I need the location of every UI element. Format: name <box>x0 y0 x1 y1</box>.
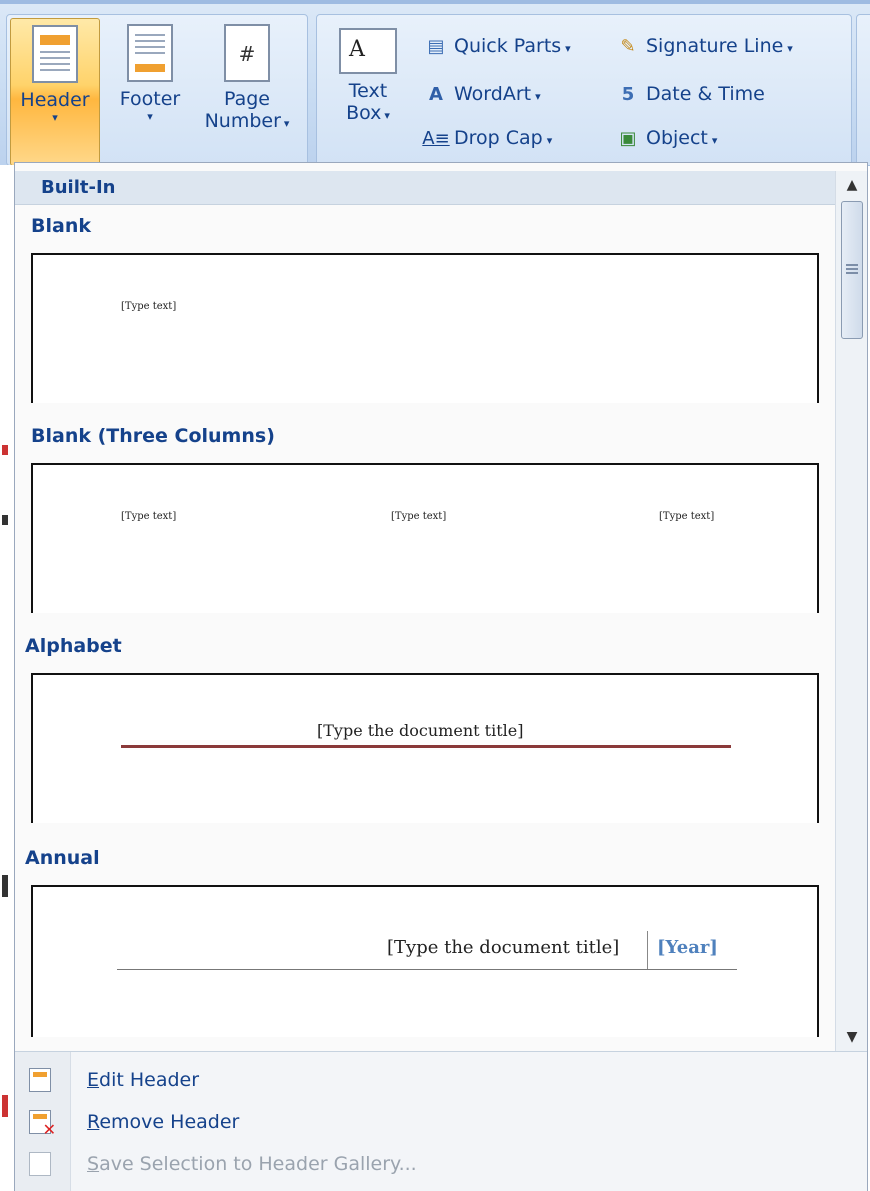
year-placeholder: [Year] <box>657 937 718 958</box>
header-button[interactable]: Header ▾ <box>10 18 100 166</box>
date-time-button[interactable]: 5 Date & Time <box>614 76 765 112</box>
edit-header-icon <box>29 1068 51 1092</box>
signature-line-button[interactable]: ✎ Signature Line ▾ <box>614 28 793 64</box>
gallery-item-annual[interactable]: [Type the document title] [Year] <box>31 885 819 1037</box>
text-box-button[interactable]: A Text Box ▾ <box>322 18 414 166</box>
scroll-up-arrow-icon[interactable]: ▲ <box>836 171 868 199</box>
gallery-item-title-blank: Blank <box>31 215 91 237</box>
header-icon <box>32 25 78 83</box>
title-rule <box>121 745 731 748</box>
placeholder-text-left: [Type text] <box>121 511 177 522</box>
text-box-label-line1: Text <box>348 80 388 102</box>
save-to-gallery-icon <box>29 1152 51 1176</box>
divider <box>647 931 648 969</box>
chevron-down-icon: ▾ <box>52 111 58 124</box>
gallery-item-title-annual: Annual <box>25 847 100 869</box>
quick-parts-label: Quick Parts <box>454 35 562 57</box>
ribbon: Header ▾ Footer ▾ # Page Number ▾ A Text … <box>0 0 870 166</box>
drop-cap-button[interactable]: A≡ Drop Cap ▾ <box>422 120 552 156</box>
page-number-label-line1: Page <box>224 88 270 110</box>
gallery-item-alphabet[interactable]: [Type the document title] <box>31 673 819 823</box>
page-number-label-line2: Number <box>204 110 281 132</box>
page-number-icon: # <box>224 24 270 82</box>
gallery-scrollbar[interactable]: ▲ ▼ <box>835 171 867 1051</box>
document-title-placeholder: [Type the document title] <box>387 937 620 958</box>
footer-button[interactable]: Footer ▾ <box>104 18 196 166</box>
object-icon: ▣ <box>619 128 637 149</box>
footer-button-label: Footer <box>119 88 181 110</box>
gallery-item-blank-three-columns[interactable]: [Type text] [Type text] [Type text] <box>31 463 819 613</box>
header-gallery-dropdown: Built-In ▲ ▼ Blank [Type text] Blank (Th… <box>14 162 868 1191</box>
text-box-label-line2: Box <box>346 102 382 124</box>
placeholder-text-center: [Type text] <box>391 511 447 522</box>
page-number-button[interactable]: # Page Number ▾ <box>192 18 302 166</box>
document-edge <box>0 165 14 1191</box>
wordart-icon: A <box>429 84 443 105</box>
signature-line-label: Signature Line <box>646 35 784 57</box>
header-button-label: Header <box>20 89 90 111</box>
drop-cap-icon: A≡ <box>422 128 450 149</box>
remove-header-menu-item[interactable]: ✕ Remove Header <box>15 1102 867 1142</box>
edit-header-menu-item[interactable]: Edit Header <box>15 1060 867 1100</box>
save-selection-to-header-gallery-menu-item[interactable]: Save Selection to Header Gallery... <box>15 1144 867 1184</box>
quick-parts-icon: ▤ <box>427 36 445 57</box>
chevron-down-icon: ▾ <box>565 42 571 55</box>
document-title-placeholder: [Type the document title] <box>317 721 524 740</box>
chevron-down-icon: ▾ <box>546 134 553 147</box>
gallery-section-header: Built-In <box>15 171 835 205</box>
remove-header-icon: ✕ <box>29 1110 56 1139</box>
calendar-clock-icon: 5 <box>621 84 635 105</box>
chevron-down-icon: ▾ <box>147 110 153 123</box>
scrollbar-thumb[interactable] <box>841 201 863 339</box>
scroll-down-arrow-icon[interactable]: ▼ <box>836 1023 868 1051</box>
chevron-down-icon: ▾ <box>384 109 390 122</box>
gallery-item-blank[interactable]: [Type text] <box>31 253 819 403</box>
date-time-label: Date & Time <box>646 83 765 105</box>
wordart-label: WordArt <box>454 83 532 105</box>
placeholder-text: [Type text] <box>121 301 177 312</box>
title-rule <box>117 969 737 970</box>
text-box-icon: A <box>339 28 397 74</box>
footer-icon <box>127 24 173 82</box>
chevron-down-icon: ▾ <box>711 134 718 147</box>
drop-cap-label: Drop Cap <box>454 127 543 149</box>
header-commands-menu: Edit Header ✕ Remove Header Save Selecti… <box>15 1051 867 1191</box>
object-button[interactable]: ▣ Object ▾ <box>614 120 717 156</box>
object-label: Object <box>646 127 708 149</box>
gallery-item-title-blank-three-columns: Blank (Three Columns) <box>31 425 275 447</box>
chevron-down-icon: ▾ <box>283 117 290 130</box>
placeholder-text-right: [Type text] <box>659 511 715 522</box>
chevron-down-icon: ▾ <box>787 42 793 55</box>
quick-parts-button[interactable]: ▤ Quick Parts ▾ <box>422 28 571 64</box>
chevron-down-icon: ▾ <box>535 90 541 103</box>
signature-line-icon: ✎ <box>620 36 636 57</box>
gallery-item-title-alphabet: Alphabet <box>25 635 122 657</box>
ribbon-group-edge <box>856 14 870 166</box>
wordart-button[interactable]: A WordArt ▾ <box>422 76 541 112</box>
